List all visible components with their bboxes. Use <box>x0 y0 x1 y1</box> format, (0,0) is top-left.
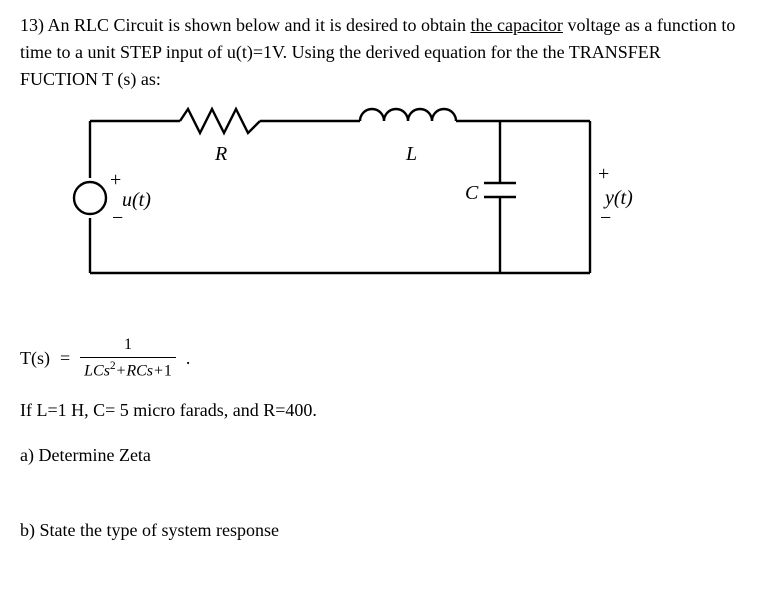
tf-eq: = <box>60 345 70 372</box>
label-yt: y(t) <box>605 183 655 213</box>
part-a: a) Determine Zeta <box>20 442 741 469</box>
tf-den: LCs2+RCs+1 <box>80 357 176 383</box>
transfer-function: T(s) = 1 LCs2+RCs+1 . <box>20 333 741 383</box>
yt-minus: − <box>600 203 611 233</box>
question-number: 13) <box>20 15 44 35</box>
question-underlined: the capacitor <box>470 15 562 35</box>
ut-plus: + <box>110 165 121 195</box>
tf-lhs: T(s) <box>20 345 50 372</box>
question-part1: An RLC Circuit is shown below and it is … <box>48 15 471 35</box>
label-L: L <box>406 139 417 169</box>
tf-period: . <box>186 345 191 372</box>
part-b: b) State the type of system response <box>20 517 741 544</box>
question-text: 13) An RLC Circuit is shown below and it… <box>20 12 741 93</box>
parameters: If L=1 H, C= 5 micro farads, and R=400. <box>20 397 741 424</box>
tf-fraction: 1 LCs2+RCs+1 <box>80 333 176 383</box>
label-C: C <box>465 178 478 208</box>
tf-num: 1 <box>120 333 136 357</box>
ut-minus: − <box>112 203 123 233</box>
label-ut: u(t) <box>122 185 151 215</box>
circuit-diagram: R L C u(t) y(t) + − + − <box>50 103 610 303</box>
yt-plus: + <box>598 159 609 189</box>
label-R: R <box>215 139 227 169</box>
